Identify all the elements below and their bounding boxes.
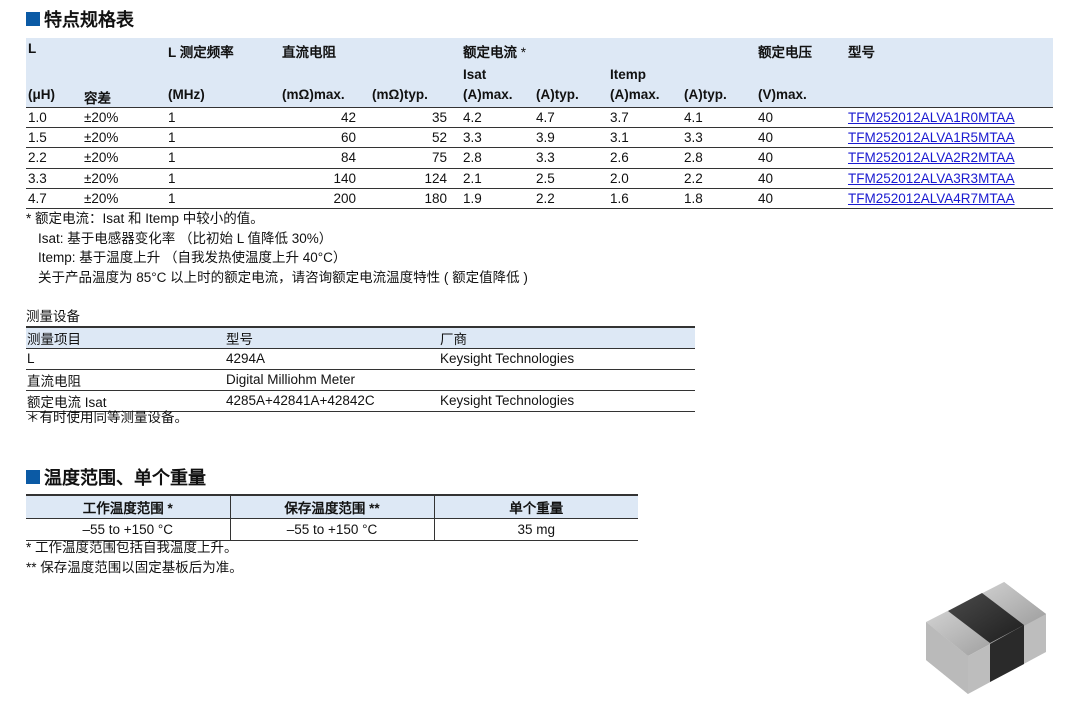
temp-header-operating: 工作温度范围 * xyxy=(26,494,230,519)
table-cell: 2.6 xyxy=(608,147,682,169)
table-row: 直流电阻 Digital Milliohm Meter xyxy=(26,369,695,391)
note-line: Itemp: 基于温度上升 （自我发热使温度上升 40°C） xyxy=(38,250,347,265)
table-cell: 35 xyxy=(370,107,461,129)
table-cell: 40 xyxy=(756,168,846,189)
part-number-link[interactable]: TFM252012ALVA3R3MTAA xyxy=(848,171,1015,186)
table-cell: ±20% xyxy=(82,147,166,169)
header-rated-voltage: 额定电压 xyxy=(756,38,846,67)
table-cell: 1 xyxy=(166,107,280,129)
header-dcr: 直流电阻 xyxy=(280,38,461,67)
part-number-link[interactable]: TFM252012ALVA1R0MTAA xyxy=(848,110,1015,125)
table-cell: 2.1 xyxy=(461,168,534,189)
note-line: * 额定电流：Isat 和 Itemp 中较小的值。 xyxy=(26,211,264,226)
spec-table: L L 测定频率 直流电阻 额定电流 * 额定电压 型号 Isat Itemp … xyxy=(26,38,1053,209)
table-row: 4.7 ±20% 1 200 180 1.9 2.2 1.6 1.8 40 TFM252012ALV… xyxy=(26,188,1053,209)
part-number-link[interactable]: TFM252012ALVA2R2MTAA xyxy=(848,150,1015,165)
table-cell: 1 xyxy=(166,188,280,209)
measurement-table: 测量项目 型号 厂商 L 4294A Keysight Technologies… xyxy=(26,326,695,412)
header-part-no: 型号 xyxy=(846,38,1053,67)
table-cell: 40 xyxy=(756,188,846,209)
table-row: 1.0 ±20% 1 42 35 4.2 4.7 3.7 4.1 40 TFM252012ALVA1… xyxy=(26,107,1053,129)
meas-header-maker: 厂商 xyxy=(439,326,695,349)
table-cell: 84 xyxy=(280,147,370,169)
table-cell: 1.8 xyxy=(682,188,756,209)
header-rated-current: 额定电流 * xyxy=(461,38,756,67)
section-marker-icon xyxy=(26,470,40,484)
table-cell: 3.3 xyxy=(534,147,608,169)
table-cell: 3.9 xyxy=(534,127,608,149)
part-number-link[interactable]: TFM252012ALVA1R5MTAA xyxy=(848,130,1015,145)
header-itemp: Itemp xyxy=(608,67,756,87)
note-line: ** 保存温度范围以固定基板后为准。 xyxy=(26,559,243,575)
table-cell: 2.8 xyxy=(682,147,756,169)
table-cell: 4.2 xyxy=(461,107,534,129)
table-cell: 4.1 xyxy=(682,107,756,129)
table-row: 2.2 ±20% 1 84 75 2.8 3.3 2.6 2.8 40 TFM252012ALVA2… xyxy=(26,147,1053,169)
section-marker-icon xyxy=(26,12,40,26)
table-cell: ±20% xyxy=(82,188,166,209)
header-isat: Isat xyxy=(461,67,608,87)
part-number-link[interactable]: TFM252012ALVA4R7MTAA xyxy=(848,191,1015,206)
table-row: 1.5 ±20% 1 60 52 3.3 3.9 3.1 3.3 40 TFM252012ALVA1… xyxy=(26,127,1053,149)
meas-header-item: 测量项目 xyxy=(26,326,225,349)
table-cell: 4.7 xyxy=(534,107,608,129)
table-cell: ±20% xyxy=(82,127,166,149)
table-cell: 40 xyxy=(756,147,846,169)
table-cell: 4.7 xyxy=(26,188,82,209)
table-cell: 3.7 xyxy=(608,107,682,129)
note-line: Isat: 基于电感器变化率 （比初始 L 值降低 30%） xyxy=(38,230,333,246)
header-units-row: (μH) 容差 (MHz) (mΩ)max. (mΩ)typ. (A)max. … xyxy=(26,87,1053,108)
table-row: 3.3 ±20% 1 140 124 2.1 2.5 2.0 2.2 40 TFM252012ALV… xyxy=(26,168,1053,189)
table-row: L 4294A Keysight Technologies xyxy=(26,348,695,370)
header-freq: L 测定频率 xyxy=(166,38,280,67)
table-cell: 1.9 xyxy=(461,188,534,209)
temp-header-storage: 保存温度范围 ** xyxy=(229,494,434,519)
table-cell: 75 xyxy=(370,147,461,169)
table-cell: 40 xyxy=(756,127,846,149)
storage-temp-value: –55 to +150 °C xyxy=(229,518,434,541)
table-cell: 200 xyxy=(280,188,370,209)
table-cell: 2.2 xyxy=(534,188,608,209)
measurement-title: 测量设备 xyxy=(26,309,80,324)
table-cell: 3.1 xyxy=(608,127,682,149)
table-cell: 1 xyxy=(166,147,280,169)
temperature-table: 工作温度范围 * 保存温度范围 ** 单个重量 –55 to +150 °C –… xyxy=(26,494,638,541)
meas-header-model: 型号 xyxy=(225,326,439,349)
measurement-note: ＊有时使用同等测量设备。 xyxy=(26,410,188,425)
table-cell: 124 xyxy=(370,168,461,189)
temperature-notes: * 工作温度范围包括自我温度上升。 ** 保存温度范围以固定基板后为准。 xyxy=(26,538,243,577)
note-line: 关于产品温度为 85°C 以上时的额定电流，请咨询额定电流温度特性 ( 额定值降… xyxy=(38,269,528,285)
weight-value: 35 mg xyxy=(433,518,638,541)
table-cell: ±20% xyxy=(82,168,166,189)
table-cell: 1.6 xyxy=(608,188,682,209)
section-title-temperature: 温度范围、单个重量 xyxy=(26,464,206,490)
table-cell: 1 xyxy=(166,168,280,189)
header-L: L xyxy=(26,38,82,67)
table-cell: 42 xyxy=(280,107,370,129)
spec-notes: * 额定电流：Isat 和 Itemp 中较小的值。 Isat: 基于电感器变化… xyxy=(26,209,528,287)
table-cell: 3.3 xyxy=(461,127,534,149)
section-title-text: 特点规格表 xyxy=(44,10,134,30)
table-cell: 1 xyxy=(166,127,280,149)
table-cell: 2.8 xyxy=(461,147,534,169)
inductor-chip-icon xyxy=(920,578,1052,701)
table-cell: 3.3 xyxy=(682,127,756,149)
table-cell: 2.5 xyxy=(534,168,608,189)
table-cell: 2.0 xyxy=(608,168,682,189)
table-cell: 140 xyxy=(280,168,370,189)
table-cell: 1.0 xyxy=(26,107,82,129)
table-cell: 60 xyxy=(280,127,370,149)
note-line: * 工作温度范围包括自我温度上升。 xyxy=(26,540,238,555)
temp-header-weight: 单个重量 xyxy=(433,494,638,519)
table-cell: 180 xyxy=(370,188,461,209)
section-title-specs: 特点规格表 xyxy=(26,6,134,32)
table-cell: 2.2 xyxy=(26,147,82,169)
table-cell: ±20% xyxy=(82,107,166,129)
table-cell: 2.2 xyxy=(682,168,756,189)
section-title-text: 温度范围、单个重量 xyxy=(44,468,206,488)
table-cell: 3.3 xyxy=(26,168,82,189)
table-cell: 52 xyxy=(370,127,461,149)
table-cell: 1.5 xyxy=(26,127,82,149)
table-cell: 40 xyxy=(756,107,846,129)
